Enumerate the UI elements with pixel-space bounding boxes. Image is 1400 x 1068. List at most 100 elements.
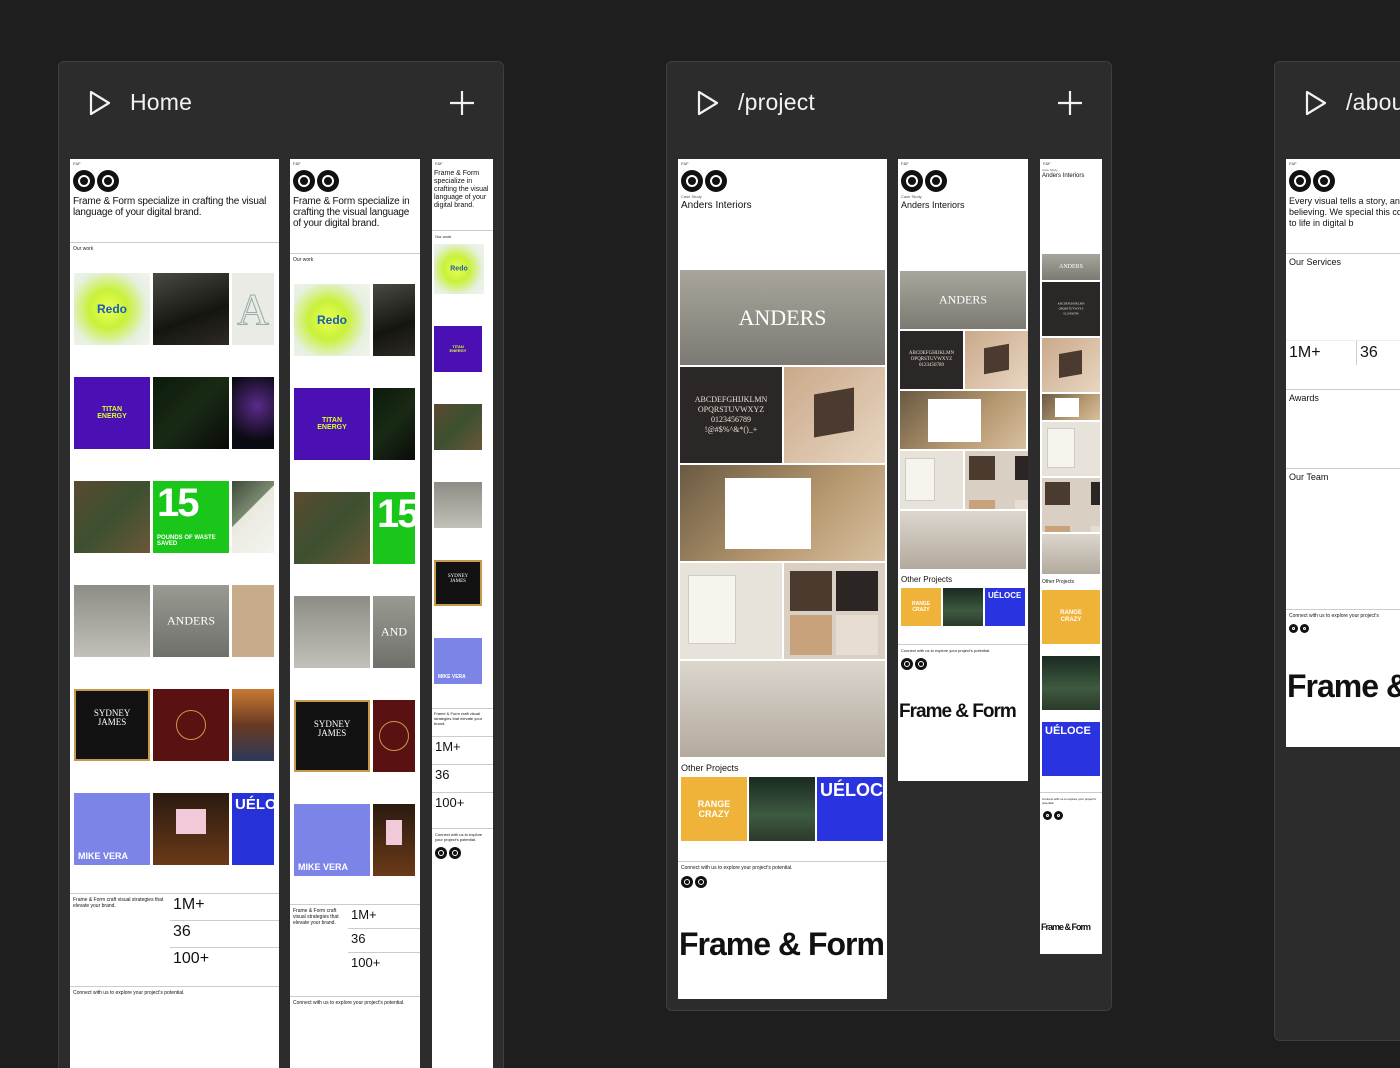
work-grid: MIKE VERA UÉLO [70,791,279,867]
gallery-row [900,451,1028,509]
project-desktop-frame[interactable]: F&F Case Study Anders Interiors ANDERS A… [678,159,887,999]
gallery-image[interactable] [1042,422,1100,476]
project-tile-redo[interactable]: Redo [434,244,484,294]
project-tile-anders[interactable]: ANDERS [153,585,229,657]
project-tile-photo[interactable] [373,284,415,356]
project-tile-photo[interactable] [153,273,229,345]
project-tile-mike[interactable]: MIKE VERA [294,804,370,876]
project-mobile-frame[interactable]: F&F Case Study Anders Interiors ANDERS A… [1040,159,1102,954]
brand-logo [898,168,1028,194]
tile-title: ANDERS [938,292,988,307]
project-tile-titan[interactable]: TITAN ENERGY [74,377,150,449]
work-grid: SYDNEY JAMES [290,698,420,774]
gallery-image[interactable] [1042,534,1100,574]
gallery-image[interactable] [680,465,885,561]
gallery-image[interactable]: ANDERS [1042,254,1100,280]
project-tile-photo[interactable] [749,777,815,841]
project-tile-anders[interactable] [434,482,482,528]
panel-title[interactable]: /project [738,89,815,116]
plus-icon[interactable] [449,90,475,116]
tile-title: SYDNEY JAMES [93,708,131,728]
project-tile-photo[interactable] [153,793,229,865]
tile-title: MIKE VERA [438,674,466,680]
play-icon[interactable] [696,90,720,116]
intro-text: Frame & Form craft visual strategies tha… [432,708,493,728]
project-tile-mike[interactable]: MIKE VERA [74,793,150,865]
footer-info [1040,822,1102,922]
project-tile-photo[interactable] [373,700,415,772]
project-tile-veloce[interactable]: UÉLOCE [817,777,883,841]
project-tile-stat[interactable]: 15 [373,492,415,564]
project-tile-mike[interactable]: MIKE VERA [434,638,482,684]
frame-top-label: F&F [1043,161,1051,166]
project-tile-anders[interactable] [74,585,150,657]
panel-title[interactable]: Home [130,89,192,116]
gallery-image[interactable] [680,661,885,757]
project-tile-veloce[interactable]: UÉLOCE [1042,722,1100,776]
project-tablet-frame[interactable]: F&F Case Study Anders Interiors ANDERS A… [898,159,1028,781]
project-tile-photo[interactable] [232,689,274,761]
about-desktop-frame[interactable]: F&F Every visual tells a story, an truly… [1286,159,1400,747]
project-tile-titan[interactable]: TITAN ENERGY [434,326,482,372]
project-tile-photo[interactable] [294,492,370,564]
gallery-image[interactable] [900,451,963,509]
plus-icon[interactable] [1057,90,1083,116]
gallery-image[interactable] [900,511,1026,569]
play-icon[interactable] [88,90,112,116]
play-icon[interactable] [1304,90,1328,116]
home-tablet-frame[interactable]: F&F Frame & Form specialize in crafting … [290,159,420,1068]
gallery-image[interactable] [900,391,1026,449]
stat-value: 100+ [348,952,420,972]
gallery-image[interactable] [965,451,1028,509]
project-tile-photo[interactable] [232,585,274,657]
project-tile-photo[interactable] [373,804,415,876]
project-tile-photo[interactable] [232,377,274,449]
project-tile-titan[interactable]: TITAN ENERGY [294,388,370,460]
project-tile-photo[interactable] [943,588,983,626]
project-tile-range[interactable]: RANGE CRAZY [681,777,747,841]
project-tile-veloce[interactable]: UÉLO [232,793,274,865]
project-tile-photo[interactable] [232,481,274,553]
project-tile-sydney[interactable]: SYDNEY JAMES [434,560,482,606]
project-tile-photo[interactable] [434,404,482,450]
canvas-panel-home: Home F&F Frame & Form specialize in craf… [58,61,504,1068]
gallery-image[interactable]: ABCDEFGHIJKLMN OPQRSTUVWXYZ 0123456789 !… [680,367,782,463]
project-tile-range[interactable]: RANGE CRAZY [901,588,941,626]
home-mobile-frame[interactable]: F&F Frame & Form specialize in crafting … [432,159,493,1068]
project-tile-photo[interactable] [1042,656,1100,710]
gallery-image[interactable] [1042,394,1100,420]
tile-caption [432,450,493,480]
project-tile-photo[interactable] [74,481,150,553]
project-tile-sydney[interactable]: SYDNEY JAMES [294,700,370,772]
project-tile-sydney[interactable]: SYDNEY JAMES [74,689,150,761]
stat-value: 36 [348,928,420,948]
gallery-image[interactable] [965,331,1028,389]
stats-list: 1M+ 36 100+ [348,905,420,972]
project-tile-veloce[interactable]: UÉLOCE [985,588,1025,626]
project-tile-anders[interactable] [294,596,370,668]
project-tile-photo[interactable] [153,689,229,761]
hero-headline: Frame & Form specialize in crafting the … [73,196,267,218]
project-tile-photo[interactable] [153,377,229,449]
frame-top-label: F&F [435,161,443,166]
gallery-image[interactable]: ABCDEFGHIJKLMN OPQRSTUVWXYZ 0123456789 [1042,282,1100,336]
project-tile-anders[interactable]: AND [373,596,415,668]
gallery-image[interactable] [680,563,782,659]
project-tile-redo[interactable]: Redo [74,273,150,345]
hero-headline: Every visual tells a story, an truly bel… [1289,196,1400,228]
gallery-image[interactable] [1042,338,1100,392]
project-tile-stat[interactable]: 15 POUNDS OF WASTE SAVED [153,481,229,553]
gallery-image[interactable]: ANDERS [680,270,885,365]
gallery-image[interactable]: ABCDEFGHIJKLMN OPQRSTUVWXYZ 0123456789 [900,331,963,389]
project-tile-letter[interactable]: A [232,273,274,345]
project-tile-photo[interactable] [373,388,415,460]
panel-title[interactable]: /abou [1346,89,1400,116]
frame-top-label: F&F [73,161,81,166]
home-desktop-frame[interactable]: F&F Frame & Form specialize in crafting … [70,159,279,1068]
gallery-image[interactable] [784,563,885,659]
gallery-image[interactable] [1042,478,1100,532]
gallery-image[interactable]: ANDERS [900,271,1026,329]
project-tile-redo[interactable]: Redo [294,284,370,356]
project-tile-range[interactable]: RANGE CRAZY [1042,590,1100,644]
gallery-image[interactable] [784,367,885,463]
